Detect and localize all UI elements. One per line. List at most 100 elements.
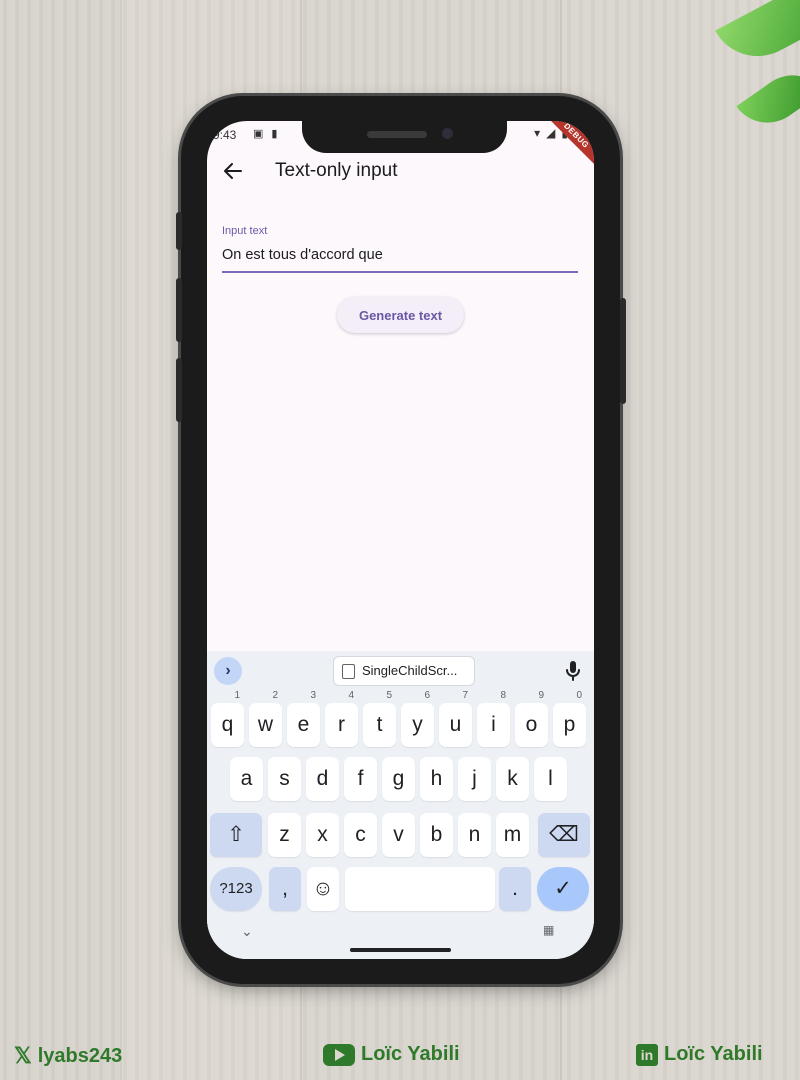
key-o[interactable]: o9: [515, 691, 548, 747]
key-label: h: [430, 767, 443, 790]
expand-toolbar-icon[interactable]: ›: [214, 657, 242, 685]
key-label: t: [376, 713, 383, 736]
key-hint: 2: [272, 690, 278, 701]
leaf-decoration: [736, 60, 800, 138]
key-q[interactable]: q1: [211, 691, 244, 747]
key-r[interactable]: r4: [325, 691, 358, 747]
key-y[interactable]: y6: [401, 691, 434, 747]
footer-youtube: Loïc Yabili: [323, 1043, 460, 1066]
key-j[interactable]: j: [458, 757, 491, 801]
signal-icon: ◢: [546, 126, 556, 140]
footer-linkedin: in Loïc Yabili: [636, 1043, 763, 1066]
home-indicator[interactable]: [350, 948, 451, 952]
back-arrow-icon[interactable]: [221, 159, 245, 183]
key-h[interactable]: h: [420, 757, 453, 801]
key-hint: 8: [500, 690, 506, 701]
key-l[interactable]: l: [534, 757, 567, 801]
speaker: [367, 131, 427, 138]
key-label: o: [525, 713, 538, 736]
key-w[interactable]: w2: [249, 691, 282, 747]
phone-screen: 9:43 ▣ ▮ ▾ ◢ ▮ DEBUG Text-only input Inp…: [207, 121, 594, 959]
generate-text-button[interactable]: Generate text: [337, 297, 464, 333]
key-f[interactable]: f: [344, 757, 377, 801]
keyboard-switch-icon[interactable]: ▦: [543, 923, 554, 937]
hide-keyboard-icon[interactable]: ⌄: [241, 923, 253, 940]
camera: [442, 128, 453, 139]
shift-key[interactable]: ⇧: [210, 813, 262, 857]
key-u[interactable]: u7: [439, 691, 472, 747]
key-label: k: [507, 767, 518, 790]
key-s[interactable]: s: [268, 757, 301, 801]
clipboard-suggestion[interactable]: SingleChildScr...: [333, 656, 475, 686]
page-title: Text-only input: [275, 160, 398, 181]
power-button: [620, 298, 626, 404]
soft-keyboard: › SingleChildScr... q1w2e3r4t5y6u7i8o9p0…: [207, 651, 594, 959]
footer-x: 𝕏 lyabs243: [14, 1043, 122, 1069]
microphone-icon[interactable]: [564, 659, 582, 683]
emoji-key[interactable]: ☺: [307, 867, 339, 911]
input-text-field[interactable]: Input text: [222, 225, 578, 273]
clipboard-suggestion-text: SingleChildScr...: [362, 663, 458, 678]
enter-key[interactable]: ✓: [537, 867, 589, 911]
youtube-logo-icon: [323, 1043, 355, 1066]
key-label: e: [297, 713, 310, 736]
key-label: q: [221, 713, 234, 736]
key-c[interactable]: c: [344, 813, 377, 857]
space-key[interactable]: [345, 867, 495, 911]
input-text-input[interactable]: [222, 243, 578, 267]
clipboard-icon: [342, 664, 355, 679]
key-x[interactable]: x: [306, 813, 339, 857]
key-label: x: [317, 823, 328, 846]
key-label: c: [355, 823, 366, 846]
key-e[interactable]: e3: [287, 691, 320, 747]
key-label: n: [468, 823, 481, 846]
linkedin-name: Loïc Yabili: [664, 1043, 763, 1065]
key-label: r: [338, 713, 345, 736]
key-p[interactable]: p0: [553, 691, 586, 747]
key-label: y: [412, 713, 423, 736]
app-bar: Text-only input: [207, 151, 594, 191]
wifi-icon: ▾: [534, 126, 541, 140]
key-hint: 7: [462, 690, 468, 701]
key-z[interactable]: z: [268, 813, 301, 857]
backspace-key[interactable]: ⌫: [538, 813, 590, 857]
key-hint: 1: [234, 690, 240, 701]
key-g[interactable]: g: [382, 757, 415, 801]
key-label: m: [503, 823, 522, 846]
key-hint: 0: [576, 690, 582, 701]
key-label: j: [472, 767, 477, 790]
key-v[interactable]: v: [382, 813, 415, 857]
symbols-key[interactable]: ?123: [210, 867, 262, 911]
keyboard-toolbar: › SingleChildScr...: [207, 651, 594, 691]
key-i[interactable]: i8: [477, 691, 510, 747]
status-time: 9:43: [213, 128, 237, 142]
key-hint: 4: [348, 690, 354, 701]
key-label: b: [430, 823, 443, 846]
key-label: g: [392, 767, 405, 790]
leaf-decoration: [715, 0, 800, 74]
key-hint: 9: [538, 690, 544, 701]
side-button: [176, 358, 182, 422]
comma-key[interactable]: ,: [269, 867, 301, 911]
key-m[interactable]: m: [496, 813, 529, 857]
key-label: u: [449, 713, 462, 736]
key-d[interactable]: d: [306, 757, 339, 801]
key-hint: 6: [424, 690, 430, 701]
key-label: i: [491, 713, 496, 736]
key-a[interactable]: a: [230, 757, 263, 801]
key-n[interactable]: n: [458, 813, 491, 857]
side-button: [176, 278, 182, 342]
sim-icon: ▮: [271, 128, 278, 140]
notification-icon: ▣: [253, 128, 264, 140]
key-label: d: [316, 767, 329, 790]
key-label: p: [563, 713, 576, 736]
status-icons-left: ▣ ▮: [253, 127, 277, 140]
side-button: [176, 212, 182, 250]
key-k[interactable]: k: [496, 757, 529, 801]
notch: [302, 121, 507, 153]
period-key[interactable]: .: [499, 867, 531, 911]
key-t[interactable]: t5: [363, 691, 396, 747]
key-b[interactable]: b: [420, 813, 453, 857]
key-label: w: [257, 713, 274, 736]
key-label: v: [393, 823, 404, 846]
